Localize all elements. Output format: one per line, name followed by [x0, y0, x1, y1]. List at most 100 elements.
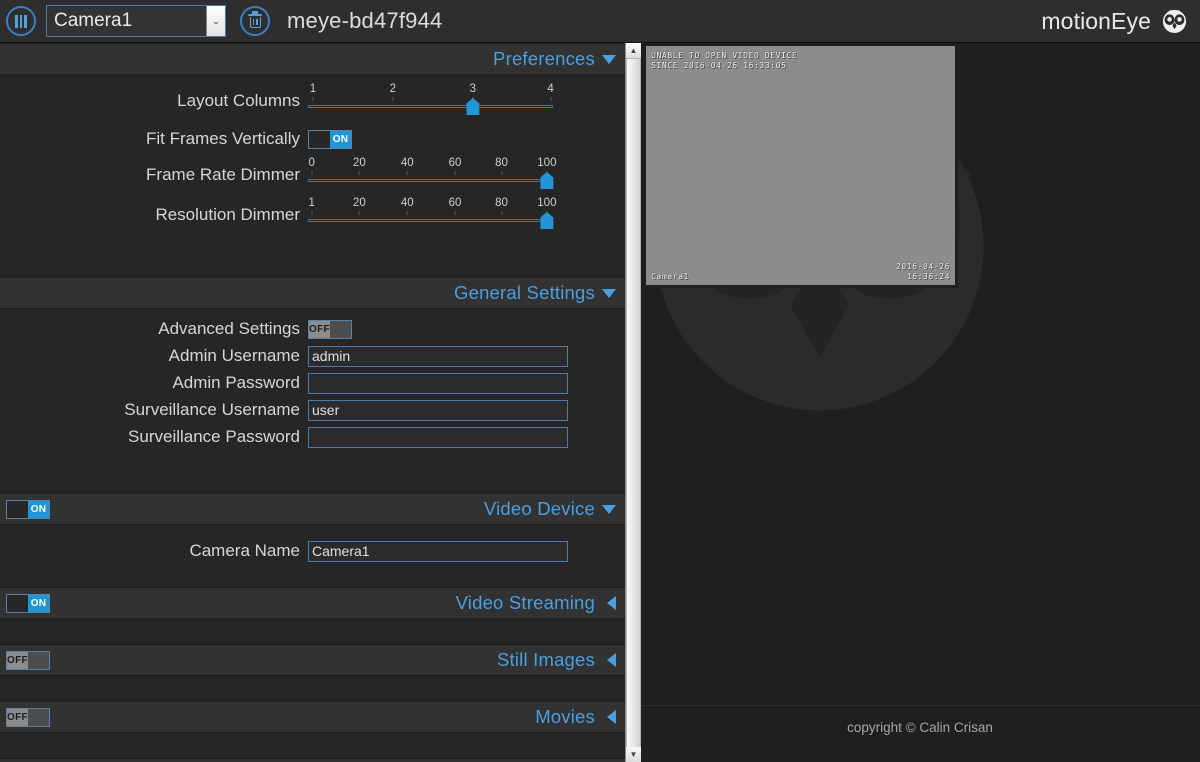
scrollbar-thumb[interactable] [626, 58, 641, 748]
chevron-down-icon-general-settings[interactable] [602, 289, 616, 298]
toggle-advanced-settings[interactable]: OFF [308, 320, 352, 339]
toggle-video-device[interactable]: ON [6, 500, 50, 519]
delete-camera-button[interactable] [240, 6, 270, 36]
trash-icon [248, 14, 262, 29]
spacer [0, 449, 625, 471]
toggle-still-images[interactable]: OFF [6, 651, 50, 670]
label-surveillance-password: Surveillance Password [0, 427, 308, 447]
slider-frame-rate-dimmer[interactable]: 0 20 40 60 80 100 [308, 157, 553, 193]
section-gap [0, 619, 625, 644]
surveillance-password-input[interactable] [308, 427, 568, 448]
section-header-preferences[interactable]: Preferences [0, 43, 625, 75]
row-surveillance-password: Surveillance Password [0, 425, 625, 449]
camera-select[interactable]: Camera1 ⌄ [46, 5, 226, 37]
toggle-knob [28, 709, 49, 726]
admin-username-input[interactable] [308, 346, 568, 367]
menu-button[interactable] [6, 6, 36, 36]
slider-handle[interactable] [540, 172, 553, 189]
row-surveillance-username: Surveillance Username [0, 398, 625, 422]
section-header-still-images[interactable]: OFF Still Images [0, 644, 625, 676]
slider-tick: 3 [470, 83, 476, 95]
toggle-movies[interactable]: OFF [6, 708, 50, 727]
label-admin-username: Admin Username [0, 346, 308, 366]
slider-tick: 40 [401, 197, 414, 209]
label-camera-name: Camera Name [0, 541, 308, 561]
slider-tick: 2 [390, 83, 396, 95]
slider-resolution-dimmer[interactable]: 1 20 40 60 80 100 [308, 197, 553, 233]
toggle-label: OFF [309, 321, 330, 338]
section-title-video-streaming: Video Streaming [456, 592, 595, 614]
section-header-video-device[interactable]: ON Video Device [0, 493, 625, 525]
slider-tick: 60 [449, 197, 462, 209]
toggle-knob [7, 595, 28, 612]
spacer [0, 233, 625, 255]
toggle-label: ON [28, 501, 49, 518]
row-layout-columns: Layout Columns 1 2 3 4 [0, 83, 625, 119]
surveillance-username-input[interactable] [308, 400, 568, 421]
slider-tick: 40 [401, 157, 414, 169]
slider-tick: 80 [495, 197, 508, 209]
camera-timestamp-overlay: 2016-04-26 16:36:24 [896, 262, 950, 282]
section-gap [0, 676, 625, 701]
section-header-working-schedule[interactable]: OFF Working Schedule [0, 758, 625, 762]
hostname-label: meye-bd47f944 [287, 8, 442, 34]
slider-tick: 100 [537, 197, 556, 209]
camera-preview-frame[interactable]: UNABLE TO OPEN VIDEO DEVICE SINCE 2016-0… [643, 43, 958, 288]
chevron-down-icon[interactable]: ⌄ [206, 6, 225, 36]
slider-track [308, 179, 553, 182]
section-header-video-streaming[interactable]: ON Video Streaming [0, 587, 625, 619]
chevron-left-icon-movies[interactable] [607, 710, 616, 724]
admin-password-input[interactable] [308, 373, 568, 394]
section-title-movies: Movies [535, 706, 595, 728]
row-admin-password: Admin Password [0, 371, 625, 395]
section-body-general-settings: Advanced Settings OFF Admin Username [0, 309, 625, 479]
camera-error-text: UNABLE TO OPEN VIDEO DEVICE SINCE 2016-0… [651, 51, 797, 71]
chevron-left-icon-still-images[interactable] [607, 653, 616, 667]
camera-name-input[interactable] [308, 541, 568, 562]
slider-handle[interactable] [466, 98, 479, 115]
toggle-label: ON [330, 131, 351, 148]
toggle-fit-frames-vertically[interactable]: ON [308, 130, 352, 149]
settings-scrollbar[interactable]: ▲ ▼ [625, 43, 640, 762]
chevron-left-icon-video-streaming[interactable] [607, 596, 616, 610]
top-bar: Camera1 ⌄ meye-bd47f944 motionEye [0, 0, 1200, 43]
camera-name-overlay: Camera1 [651, 272, 689, 282]
label-surveillance-username: Surveillance Username [0, 400, 308, 420]
label-admin-password: Admin Password [0, 373, 308, 393]
section-header-movies[interactable]: OFF Movies [0, 701, 625, 733]
footer: copyright © Calin Crisan [640, 705, 1200, 762]
chevron-down-icon-preferences[interactable] [602, 55, 616, 64]
scroll-down-arrow-icon[interactable]: ▼ [626, 747, 641, 762]
scroll-up-arrow-icon[interactable]: ▲ [626, 43, 641, 58]
slider-handle[interactable] [540, 212, 553, 229]
menu-bars-icon [15, 15, 27, 28]
settings-scroll-container: Preferences Layout Columns 1 2 3 4 [0, 43, 625, 762]
motioneye-app: Camera1 ⌄ meye-bd47f944 motionEye [0, 0, 1200, 762]
section-gap [0, 263, 625, 277]
label-advanced-settings: Advanced Settings [0, 319, 308, 339]
section-body-video-device: Camera Name [0, 525, 625, 587]
section-title-still-images: Still Images [497, 649, 595, 671]
slider-tick: 20 [353, 197, 366, 209]
slider-tick: 60 [449, 157, 462, 169]
slider-tick: 20 [353, 157, 366, 169]
toggle-video-streaming[interactable]: ON [6, 594, 50, 613]
slider-layout-columns[interactable]: 1 2 3 4 [308, 83, 553, 119]
chevron-down-glyph: ⌄ [212, 17, 220, 26]
toggle-knob [309, 131, 330, 148]
section-title-video-device: Video Device [484, 498, 595, 520]
section-title-preferences: Preferences [493, 48, 595, 70]
label-frame-rate-dimmer: Frame Rate Dimmer [0, 165, 308, 185]
toggle-knob [7, 501, 28, 518]
slider-tick: 100 [537, 157, 556, 169]
toggle-label: ON [28, 595, 49, 612]
toggle-knob [28, 652, 49, 669]
section-gap [0, 479, 625, 493]
slider-tick: 4 [547, 83, 553, 95]
section-header-general-settings[interactable]: General Settings [0, 277, 625, 309]
copyright-text: copyright © Calin Crisan [847, 720, 993, 735]
row-frame-rate-dimmer: Frame Rate Dimmer 0 20 40 60 80 100 [0, 157, 625, 193]
chevron-down-icon-video-device[interactable] [602, 505, 616, 514]
slider-tick: 0 [308, 157, 314, 169]
slider-tick: 1 [310, 83, 316, 95]
